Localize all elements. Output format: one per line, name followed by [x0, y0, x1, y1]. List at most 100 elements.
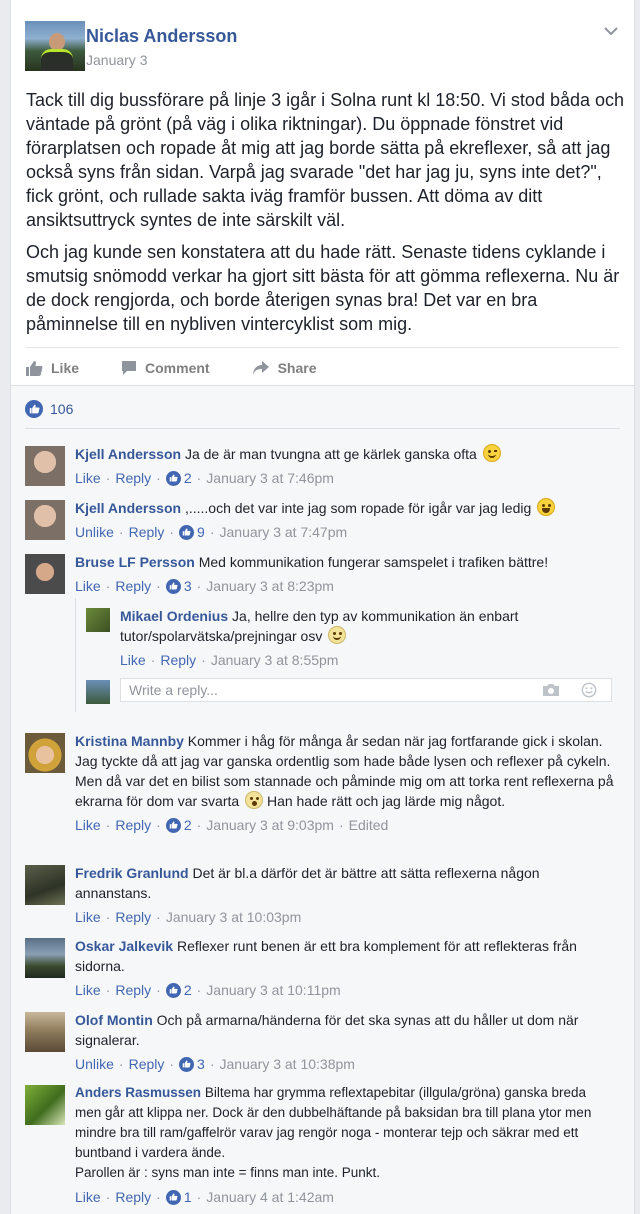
commenter-name[interactable]: Oskar Jalkevik: [75, 938, 173, 954]
comment-reply-link[interactable]: Reply: [115, 815, 151, 835]
author-avatar[interactable]: [25, 21, 85, 71]
commenter-avatar[interactable]: [25, 938, 65, 978]
comment: Bruse LF Persson Med kommunikation funge…: [25, 552, 625, 598]
commenter-avatar[interactable]: [25, 500, 65, 540]
comment-time[interactable]: January 3 at 10:03pm: [166, 907, 301, 927]
comment-like-link[interactable]: Like: [75, 576, 101, 596]
like-reaction-icon: [165, 1189, 181, 1205]
like-reaction-icon: [179, 524, 195, 540]
share-icon: [252, 361, 269, 375]
comment-meta: Like · Reply · 2 · January 3 at 10:11pm: [75, 980, 341, 1000]
comment-reply-link[interactable]: Reply: [115, 576, 151, 596]
share-label: Share: [277, 360, 317, 376]
comment-button[interactable]: Comment: [121, 360, 210, 376]
comment-time[interactable]: January 3 at 10:11pm: [206, 980, 340, 1000]
chevron-down-icon[interactable]: [602, 22, 620, 40]
comment-meta: Unlike · Reply · 3 · January 3 at 10:38pm: [75, 1054, 355, 1074]
commenter-name[interactable]: Fredrik Granlund: [75, 865, 189, 881]
replier-name[interactable]: Mikael Ordenius: [120, 608, 228, 624]
comment-text: Ja de är man tvungna att ge kärlek gansk…: [184, 446, 477, 462]
commenter-name[interactable]: Kjell Andersson: [75, 500, 181, 516]
edited-label[interactable]: Edited: [349, 815, 389, 835]
commenter-name[interactable]: Bruse LF Persson: [75, 554, 195, 570]
commenter-avatar[interactable]: [25, 1012, 65, 1052]
post-actions: Like Comment Share: [25, 357, 359, 379]
likes-count: 106: [50, 401, 74, 417]
post-date[interactable]: January 3: [86, 52, 147, 68]
comment-text: ,.....och det var inte jag som ropade fö…: [184, 500, 532, 516]
commenter-name[interactable]: Olof Montin: [75, 1012, 153, 1028]
comment-meta: Like · Reply · 1 · January 4 at 1:42am: [75, 1187, 334, 1207]
comment-reply-link[interactable]: Reply: [115, 980, 151, 1000]
commenter-name[interactable]: Anders Rasmussen: [75, 1085, 201, 1100]
comment-reply-link[interactable]: Reply: [115, 468, 151, 488]
share-button[interactable]: Share: [252, 360, 317, 376]
comment-meta: Unlike · Reply · 9 · January 3 at 7:47pm: [75, 522, 348, 542]
comment-likes-count[interactable]: 2: [184, 468, 192, 488]
commenter-name[interactable]: Kristina Mannby: [75, 733, 184, 749]
commenter-avatar[interactable]: [25, 554, 65, 594]
comment-reply-link[interactable]: Reply: [115, 1187, 151, 1207]
comment-time[interactable]: January 3 at 9:03pm: [206, 815, 334, 835]
reactions-summary[interactable]: 106: [25, 400, 73, 418]
post-paragraph: Och jag kunde sen konstatera att du hade…: [26, 242, 620, 334]
comment-meta: Like · Reply · January 3 at 10:03pm: [75, 907, 302, 927]
comment: Fredrik Granlund Det är bl.a därför det …: [25, 863, 625, 927]
comments-section: 106 Kjell Andersson Ja de är man tvungna…: [10, 386, 635, 1214]
comment-time[interactable]: January 3 at 7:46pm: [206, 468, 334, 488]
comment-likes-count[interactable]: 2: [184, 980, 192, 1000]
like-reaction-icon: [179, 1056, 195, 1072]
comment-reply-link[interactable]: Reply: [129, 522, 165, 542]
comment-time[interactable]: January 3 at 7:47pm: [220, 522, 348, 542]
comment-likes-count[interactable]: 3: [197, 1054, 205, 1074]
comment: Anders Rasmussen Biltema har grymma refl…: [25, 1083, 625, 1207]
commenter-avatar[interactable]: [25, 733, 65, 773]
reply-reply-link[interactable]: Reply: [160, 650, 196, 670]
replier-avatar[interactable]: [86, 608, 110, 632]
camera-icon[interactable]: [542, 682, 560, 698]
surprised-icon: [245, 791, 264, 809]
comment-like-link[interactable]: Like: [75, 468, 101, 488]
smile-icon: [328, 626, 347, 644]
current-user-avatar: [86, 680, 110, 704]
comment-unlike-link[interactable]: Unlike: [75, 1054, 114, 1074]
comment: Kjell Andersson Ja de är man tvungna att…: [25, 444, 625, 490]
comment-meta: Like · Reply · 2 · January 3 at 9:03pm · Edi…: [75, 815, 389, 835]
comment-likes-count[interactable]: 3: [184, 576, 192, 596]
comment-text-continued: Han hade rätt och jag lärde mig något.: [266, 793, 506, 809]
emoji-icon[interactable]: [580, 682, 598, 698]
post-card: Niclas Andersson January 3 Tack till dig…: [10, 0, 635, 386]
commenter-avatar[interactable]: [25, 1085, 65, 1125]
comment-reply-link[interactable]: Reply: [115, 907, 151, 927]
grin-icon: [537, 498, 556, 516]
reply-thread: Mikael Ordenius Ja, hellre den typ av ko…: [75, 598, 627, 712]
comment-likes-count[interactable]: 1: [184, 1187, 192, 1207]
comment-time[interactable]: January 3 at 8:23pm: [206, 576, 334, 596]
commenter-avatar[interactable]: [25, 865, 65, 905]
comment-like-link[interactable]: Like: [75, 1187, 101, 1207]
like-label: Like: [51, 360, 80, 376]
comment-like-link[interactable]: Like: [75, 815, 101, 835]
like-button[interactable]: Like: [25, 360, 79, 377]
comment-like-link[interactable]: Like: [75, 980, 101, 1000]
reply-input[interactable]: [120, 678, 612, 702]
comment-like-link[interactable]: Like: [75, 907, 101, 927]
comment-likes-count[interactable]: 9: [197, 522, 205, 542]
reply-meta: Like · Reply · January 3 at 8:55pm: [120, 650, 339, 670]
comment-time[interactable]: January 4 at 1:42am: [206, 1187, 334, 1207]
like-reaction-icon: [165, 470, 181, 486]
like-reaction-icon: [25, 400, 43, 418]
reply-time[interactable]: January 3 at 8:55pm: [211, 650, 339, 670]
like-reaction-icon: [165, 578, 181, 594]
comment-unlike-link[interactable]: Unlike: [75, 522, 114, 542]
comment-icon: [122, 361, 137, 375]
comment-time[interactable]: January 3 at 10:38pm: [220, 1054, 355, 1074]
post-author-name[interactable]: Niclas Andersson: [86, 26, 237, 47]
commenter-avatar[interactable]: [25, 446, 65, 486]
post-paragraph: Tack till dig bussförare på linje 3 igår…: [26, 90, 625, 230]
comment: Olof Montin Och på armarna/händerna för …: [25, 1010, 625, 1074]
reply-like-link[interactable]: Like: [120, 650, 146, 670]
comment-likes-count[interactable]: 2: [184, 815, 192, 835]
commenter-name[interactable]: Kjell Andersson: [75, 446, 181, 462]
comment-reply-link[interactable]: Reply: [129, 1054, 165, 1074]
